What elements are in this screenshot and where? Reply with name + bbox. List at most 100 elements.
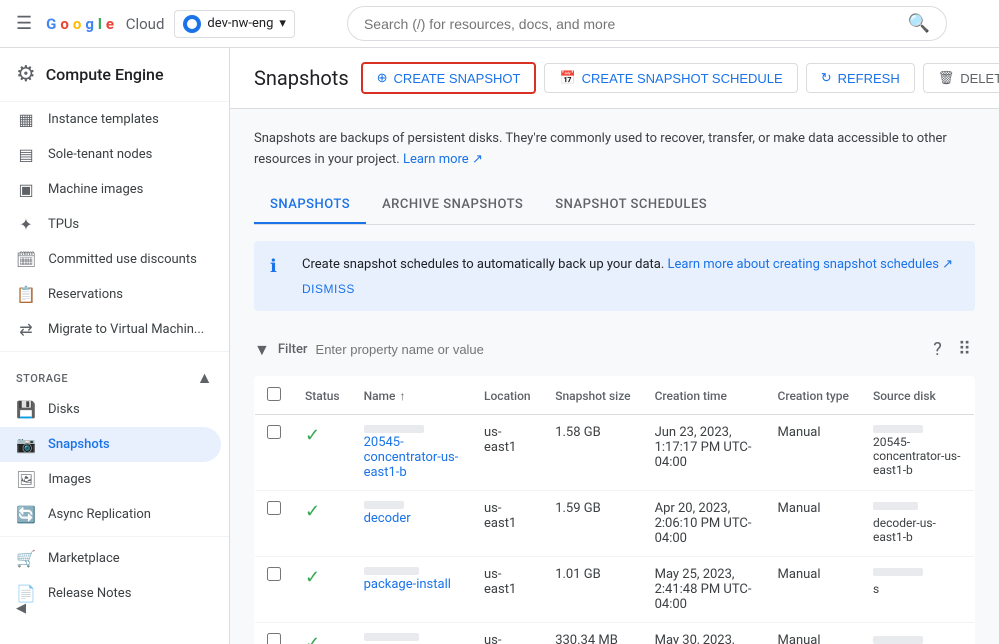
- sidebar-divider2: [0, 536, 229, 537]
- tab-snapshots[interactable]: SNAPSHOTS: [254, 187, 366, 224]
- tab-snapshot-schedules-label: SNAPSHOT SCHEDULES: [555, 197, 707, 212]
- filter-label: Filter: [278, 342, 308, 357]
- sidebar-item-images[interactable]: 🖼 Images: [0, 462, 221, 497]
- sidebar-item-tpus[interactable]: ✦ TPUs: [0, 207, 221, 242]
- sidebar-item-label: Committed use discounts: [48, 252, 197, 267]
- header-name[interactable]: Name ↑: [352, 377, 472, 415]
- refresh-button[interactable]: ↻ REFRESH: [806, 63, 915, 93]
- snapshots-icon: 📷: [16, 435, 36, 454]
- columns-icon[interactable]: ⠿: [954, 335, 975, 364]
- create-snapshot-schedule-label: CREATE SNAPSHOT SCHEDULE: [582, 71, 783, 86]
- search-input[interactable]: [364, 16, 908, 32]
- row-checkbox: [255, 415, 294, 491]
- row-checkbox: [255, 623, 294, 644]
- filter-icon: ▼: [254, 340, 270, 360]
- info-text: Create snapshot schedules to automatical…: [302, 255, 953, 275]
- layout: ⚙ Compute Engine ▦ Instance templates ▤ …: [0, 48, 999, 644]
- row3-checkbox[interactable]: [267, 567, 281, 581]
- sidebar-item-label: Machine images: [48, 182, 143, 197]
- storage-label: Storage: [16, 372, 68, 385]
- header-source-disk: Source disk: [861, 377, 975, 415]
- row2-checkbox[interactable]: [267, 501, 281, 515]
- project-icon: [183, 15, 201, 33]
- sidebar-item-machine-images[interactable]: ▣ Machine images: [0, 172, 221, 207]
- sidebar-item-migrate-vm[interactable]: ⇄ Migrate to Virtual Machin...: [0, 312, 221, 347]
- sidebar-item-label: Release Notes: [48, 586, 131, 601]
- project-selector[interactable]: dev-nw-eng ▾: [174, 10, 294, 38]
- sidebar-item-instance-templates[interactable]: ▦ Instance templates: [0, 102, 221, 137]
- row1-location: us-east1: [472, 415, 543, 491]
- sidebar-item-async-replication[interactable]: 🔄 Async Replication: [0, 497, 221, 532]
- sidebar-item-disks[interactable]: 💾 Disks: [0, 392, 221, 427]
- tabs: SNAPSHOTS ARCHIVE SNAPSHOTS SNAPSHOT SCH…: [254, 187, 975, 225]
- sidebar-item-committed-use-discounts[interactable]: 🗓 Committed use discounts: [0, 242, 221, 277]
- instance-templates-icon: ▦: [16, 110, 36, 129]
- row1-creation-type: Manual: [766, 415, 861, 491]
- row3-name-link[interactable]: package-install: [364, 577, 460, 592]
- info-banner: ℹ Create snapshot schedules to automatic…: [254, 241, 975, 312]
- row4-checkbox[interactable]: [267, 633, 281, 644]
- row3-snapshot-size: 1.01 GB: [543, 557, 642, 623]
- tpus-icon: ✦: [16, 215, 36, 234]
- table-toolbar: ▼ Filter ? ⠿: [254, 327, 975, 372]
- learn-more-link[interactable]: Learn more ↗: [403, 152, 483, 167]
- header-creation-type: Creation type: [766, 377, 861, 415]
- status-ok-icon: ✓: [305, 633, 320, 644]
- tab-snapshot-schedules[interactable]: SNAPSHOT SCHEDULES: [539, 187, 723, 224]
- storage-section[interactable]: Storage ▲: [0, 356, 229, 392]
- help-icon[interactable]: ?: [929, 335, 946, 364]
- row1-name-link[interactable]: 20545-concentrator-us-east1-b: [364, 435, 460, 480]
- status-ok-icon: ✓: [305, 567, 320, 588]
- async-replication-icon: 🔄: [16, 505, 36, 524]
- description-text: Snapshots are backups of persistent disk…: [254, 131, 947, 167]
- create-snapshot-button[interactable]: ⊕ CREATE SNAPSHOT: [361, 62, 537, 94]
- row2-source-disk: decoder-us-east1-b: [861, 491, 975, 557]
- search-icon[interactable]: 🔍: [908, 13, 930, 34]
- sidebar-item-label: Images: [48, 472, 91, 487]
- sidebar-item-label: Instance templates: [48, 112, 159, 127]
- info-content: Create snapshot schedules to automatical…: [302, 255, 953, 298]
- header-status: Status: [293, 377, 352, 415]
- sidebar-item-label: Async Replication: [48, 507, 151, 522]
- row3-creation-time: May 25, 2023, 2:41:48 PM UTC-04:00: [643, 557, 766, 623]
- row4-snapshot-size: 330.34 MB: [543, 623, 642, 644]
- row1-checkbox[interactable]: [267, 425, 281, 439]
- sidebar-item-marketplace[interactable]: 🛒 Marketplace: [0, 541, 221, 576]
- table-row: ✓ decoder us-east1 1.59 GB: [255, 491, 975, 557]
- page-header: Snapshots ⊕ CREATE SNAPSHOT 📅 CREATE SNA…: [230, 48, 999, 109]
- row2-name-link[interactable]: decoder: [364, 511, 460, 526]
- sidebar-item-reservations[interactable]: 📋 Reservations: [0, 277, 221, 312]
- row-checkbox: [255, 491, 294, 557]
- row3-status: ✓: [293, 557, 352, 623]
- create-snapshot-schedule-button[interactable]: 📅 CREATE SNAPSHOT SCHEDULE: [544, 63, 797, 93]
- dismiss-button[interactable]: DISMISS: [302, 282, 355, 296]
- main-content: Snapshots ⊕ CREATE SNAPSHOT 📅 CREATE SNA…: [230, 48, 999, 644]
- sidebar-collapse-btn[interactable]: ◀: [0, 593, 42, 624]
- row4-status: ✓: [293, 623, 352, 644]
- topbar: ☰ Google Cloud dev-nw-eng ▾ 🔍: [0, 0, 999, 48]
- sole-tenant-nodes-icon: ▤: [16, 145, 36, 164]
- select-all-checkbox[interactable]: [267, 387, 281, 401]
- search-bar[interactable]: 🔍: [347, 6, 947, 41]
- delete-button[interactable]: 🗑 DELETE: [923, 63, 999, 93]
- sidebar-item-sole-tenant-nodes[interactable]: ▤ Sole-tenant nodes: [0, 137, 221, 172]
- menu-icon[interactable]: ☰: [12, 9, 36, 38]
- schedule-icon: 📅: [559, 70, 575, 86]
- filter-input[interactable]: [316, 342, 922, 357]
- delete-label: DELETE: [960, 71, 999, 86]
- tab-archive-snapshots[interactable]: ARCHIVE SNAPSHOTS: [366, 187, 539, 224]
- tab-archive-snapshots-label: ARCHIVE SNAPSHOTS: [382, 197, 523, 212]
- sidebar-item-label: Snapshots: [48, 437, 110, 452]
- info-learn-more-link[interactable]: Learn more about creating snapshot sched…: [668, 257, 954, 272]
- machine-images-icon: ▣: [16, 180, 36, 199]
- row4-source-disk: [861, 623, 975, 644]
- row1-status: ✓: [293, 415, 352, 491]
- header-snapshot-size: Snapshot size: [543, 377, 642, 415]
- sidebar-divider: [0, 351, 229, 352]
- row1-creation-time: Jun 23, 2023, 1:17:17 PM UTC-04:00: [643, 415, 766, 491]
- row4-creation-type: Manual: [766, 623, 861, 644]
- refresh-label: REFRESH: [838, 71, 900, 86]
- sidebar-item-snapshots[interactable]: 📷 Snapshots: [0, 427, 221, 462]
- status-ok-icon: ✓: [305, 425, 320, 446]
- collapse-icon: ▲: [197, 368, 213, 388]
